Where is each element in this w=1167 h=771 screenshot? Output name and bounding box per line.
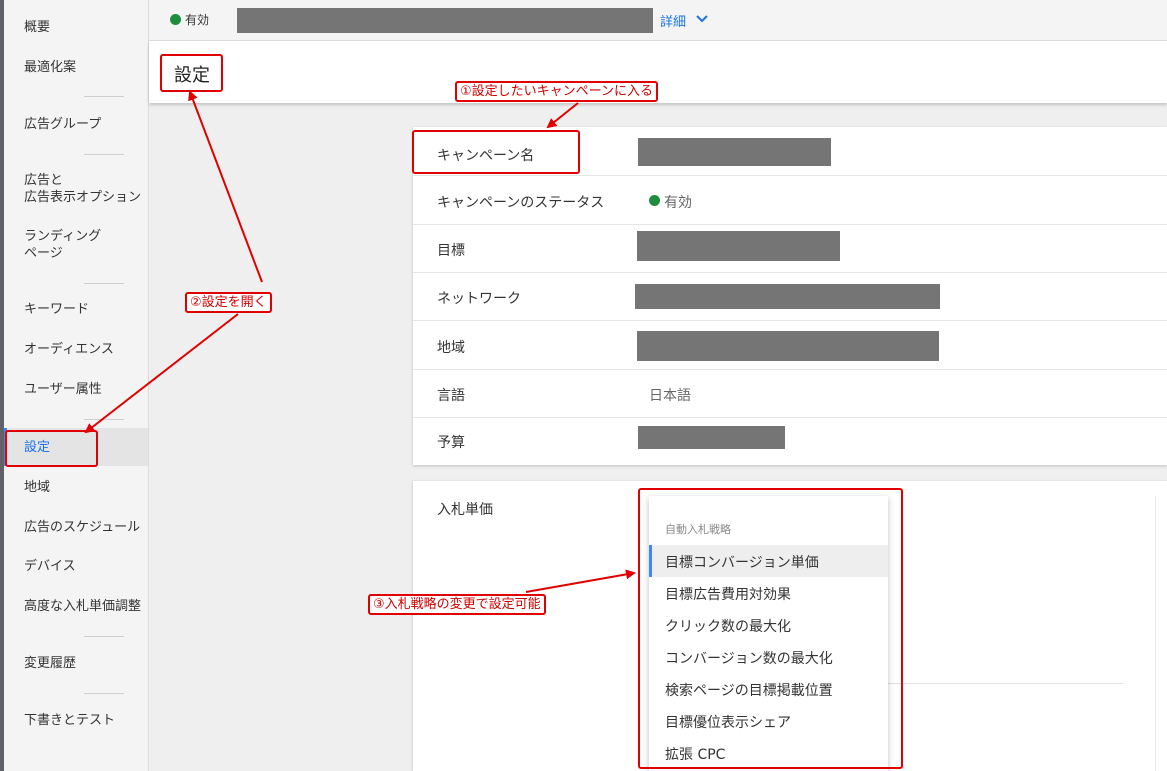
arrow-step1 (546, 102, 579, 129)
annotation-step1: ①設定したいキャンペーンに入る (455, 81, 659, 102)
annotation-step3: ③入札戦略の変更で設定可能 (368, 594, 546, 615)
annotation-arrows (84, 90, 636, 593)
arrow-step2-to-nav (84, 313, 239, 434)
arrow-step2-to-title (188, 90, 263, 283)
arrow-step3 (525, 569, 636, 593)
annotation-step2: ②設定を開く (185, 292, 272, 313)
